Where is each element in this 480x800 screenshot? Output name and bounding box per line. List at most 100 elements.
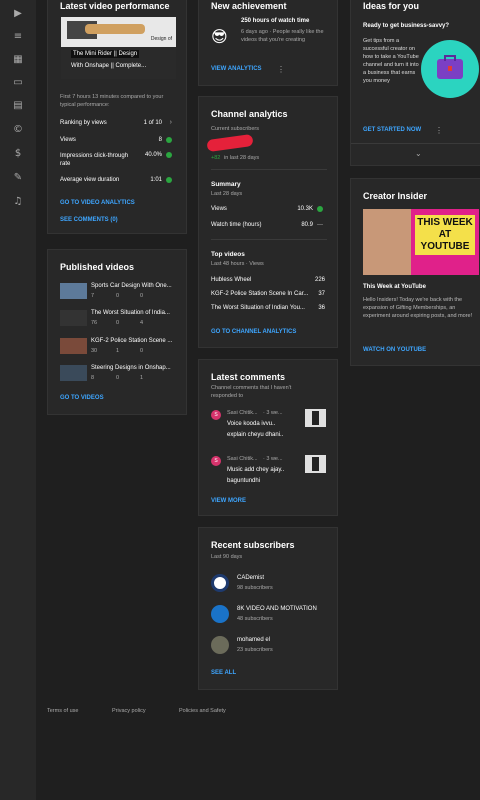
- insider-headline[interactable]: This Week at YouTube: [363, 284, 426, 290]
- watch-on-youtube-link[interactable]: WATCH ON YOUTUBE: [363, 347, 426, 353]
- copyright-icon[interactable]: ©: [12, 124, 24, 136]
- policies-link[interactable]: Policies and Safety: [179, 708, 226, 714]
- get-started-link[interactable]: GET STARTED NOW: [363, 127, 421, 133]
- likes-count: 4: [140, 320, 144, 326]
- likes-count: 0: [140, 348, 144, 354]
- monetization-icon[interactable]: $: [12, 148, 24, 160]
- subscriber-name[interactable]: mohamed el: [237, 637, 270, 643]
- video-thumbnail[interactable]: [305, 455, 326, 473]
- top-video-title[interactable]: Hubless Wheel: [211, 277, 251, 283]
- video-thumbnail[interactable]: [305, 409, 326, 427]
- achievement-headline: 250 hours of watch time: [241, 18, 310, 24]
- video-title[interactable]: The Worst Situation of India...: [91, 310, 170, 316]
- chevron-down-icon[interactable]: ⌄: [415, 149, 422, 158]
- video-thumbnail[interactable]: THIS WEEK AT YOUTUBE: [363, 209, 479, 275]
- latest-video-card: Latest video performance Design of The M…: [47, 0, 187, 234]
- ctr-label: Impressions click-through rate: [60, 153, 129, 167]
- views-label: Views: [211, 206, 227, 212]
- view-analytics-link[interactable]: VIEW ANALYTICS: [211, 66, 262, 72]
- avatar[interactable]: [211, 574, 229, 592]
- card-title: New achievement: [211, 1, 287, 11]
- view-more-link[interactable]: VIEW MORE: [211, 498, 246, 504]
- card-title: Published videos: [60, 262, 135, 272]
- video-title[interactable]: Sports Car Design With One...: [91, 283, 172, 289]
- ideas-headline: Ready to get business-savvy?: [363, 23, 450, 29]
- top-video-title[interactable]: The Worst Situation of Indian You...: [211, 305, 305, 311]
- views-value: 10.3K: [297, 206, 313, 212]
- comment-time: · 3 we...: [263, 456, 283, 462]
- avatar[interactable]: S: [211, 410, 221, 420]
- video-title[interactable]: KGF-2 Police Station Scene ...: [91, 338, 172, 344]
- avatar[interactable]: [211, 605, 229, 623]
- views-count: 7: [91, 293, 95, 299]
- video-thumbnail[interactable]: [60, 283, 87, 299]
- comment-text: Music add chey ajay..: [227, 467, 285, 473]
- subscribers-period: Last 90 days: [211, 554, 243, 560]
- top-videos-period: Last 48 hours · Views: [211, 261, 264, 267]
- neutral-dash-icon: —: [317, 222, 323, 228]
- briefcase-icon: [421, 40, 479, 98]
- divider: [351, 143, 480, 144]
- comment-text: baguntundhi: [227, 478, 261, 484]
- top-video-title[interactable]: KGF-2 Police Station Scene In Car...: [211, 291, 308, 297]
- playlists-icon[interactable]: ≡: [12, 31, 24, 43]
- thumb-caption-2: With Onshape || Complete...: [71, 63, 147, 69]
- compare-text: First 7 hours 13 minutes compared to you…: [60, 94, 164, 108]
- creator-insider-card: Creator Insider THIS WEEK AT YOUTUBE Thi…: [350, 178, 480, 366]
- recent-subscribers-card: Recent subscribers Last 90 days CADemist…: [198, 527, 338, 690]
- comments-icon[interactable]: ▭: [12, 77, 24, 89]
- video-title[interactable]: Steering Designs in Onshap...: [91, 365, 171, 371]
- card-title: Latest video performance: [60, 1, 170, 11]
- top-videos-title: Top videos: [211, 251, 245, 258]
- avatar[interactable]: S: [211, 456, 221, 466]
- privacy-link[interactable]: Privacy policy: [112, 708, 146, 714]
- channel-analytics-card: Channel analytics Current subscribers +8…: [198, 96, 338, 348]
- see-comments-link[interactable]: SEE COMMENTS (0): [60, 217, 118, 223]
- thumb-caption-1: The Mini Rider || Design: [71, 50, 140, 58]
- subscriber-name[interactable]: 8K VIDEO AND MOTIVATION: [237, 606, 317, 612]
- views-count: 76: [91, 320, 98, 326]
- subscriber-count: 23 subscribers: [237, 647, 273, 653]
- customization-icon[interactable]: ✎: [12, 172, 24, 184]
- card-title: Ideas for you: [363, 1, 420, 11]
- avd-value: 1:01: [150, 177, 162, 183]
- ranking-label: Ranking by views: [60, 120, 107, 126]
- content-icon[interactable]: ▶: [12, 8, 24, 20]
- views-count: 30: [91, 348, 98, 354]
- video-thumbnail[interactable]: Design of The Mini Rider || Design With …: [61, 17, 176, 79]
- comments-count: 0: [116, 320, 120, 326]
- comment-text: explain cheyu dhani..: [227, 432, 284, 438]
- comments-count: 0: [116, 375, 120, 381]
- summary-title: Summary: [211, 181, 241, 188]
- sunglasses-emoji-icon: 😎: [211, 27, 228, 46]
- comment-author[interactable]: Sasi Chitik...: [227, 409, 258, 417]
- ranking-value: 1 of 10: [143, 120, 162, 126]
- watch-time-label: Watch time (hours): [211, 222, 262, 228]
- analytics-icon[interactable]: ▦: [12, 54, 24, 66]
- divider: [211, 169, 327, 170]
- video-thumbnail[interactable]: [60, 365, 87, 381]
- video-thumbnail[interactable]: [60, 310, 87, 326]
- card-title: Latest comments: [211, 372, 286, 382]
- audio-library-icon[interactable]: ♫: [12, 196, 24, 208]
- top-video-views: 36: [318, 305, 325, 311]
- achievement-card: New achievement 😎 250 hours of watch tim…: [198, 0, 338, 86]
- subscriber-name[interactable]: CADemist: [237, 575, 264, 581]
- video-thumbnail[interactable]: [60, 338, 87, 354]
- achievement-desc: 6 days ago · People really like the vide…: [241, 29, 324, 43]
- chevron-right-icon[interactable]: ›: [170, 119, 172, 126]
- terms-link[interactable]: Terms of use: [47, 708, 78, 714]
- subtitles-icon[interactable]: ▤: [12, 100, 24, 112]
- go-to-channel-analytics-link[interactable]: GO TO CHANNEL ANALYTICS: [211, 329, 296, 335]
- avd-label: Average view duration: [60, 177, 120, 183]
- go-to-videos-link[interactable]: GO TO VIDEOS: [60, 395, 104, 401]
- comment-author[interactable]: Sasi Chitik...: [227, 455, 258, 463]
- see-all-link[interactable]: SEE ALL: [211, 670, 236, 676]
- go-to-video-analytics-link[interactable]: GO TO VIDEO ANALYTICS: [60, 200, 135, 206]
- ok-check-icon: [166, 177, 172, 183]
- avatar[interactable]: [211, 636, 229, 654]
- published-videos-card: Published videos Sports Car Design With …: [47, 249, 187, 415]
- more-vert-icon[interactable]: ⋮: [435, 126, 443, 135]
- ok-check-icon: [166, 137, 172, 143]
- more-vert-icon[interactable]: ⋮: [277, 65, 285, 74]
